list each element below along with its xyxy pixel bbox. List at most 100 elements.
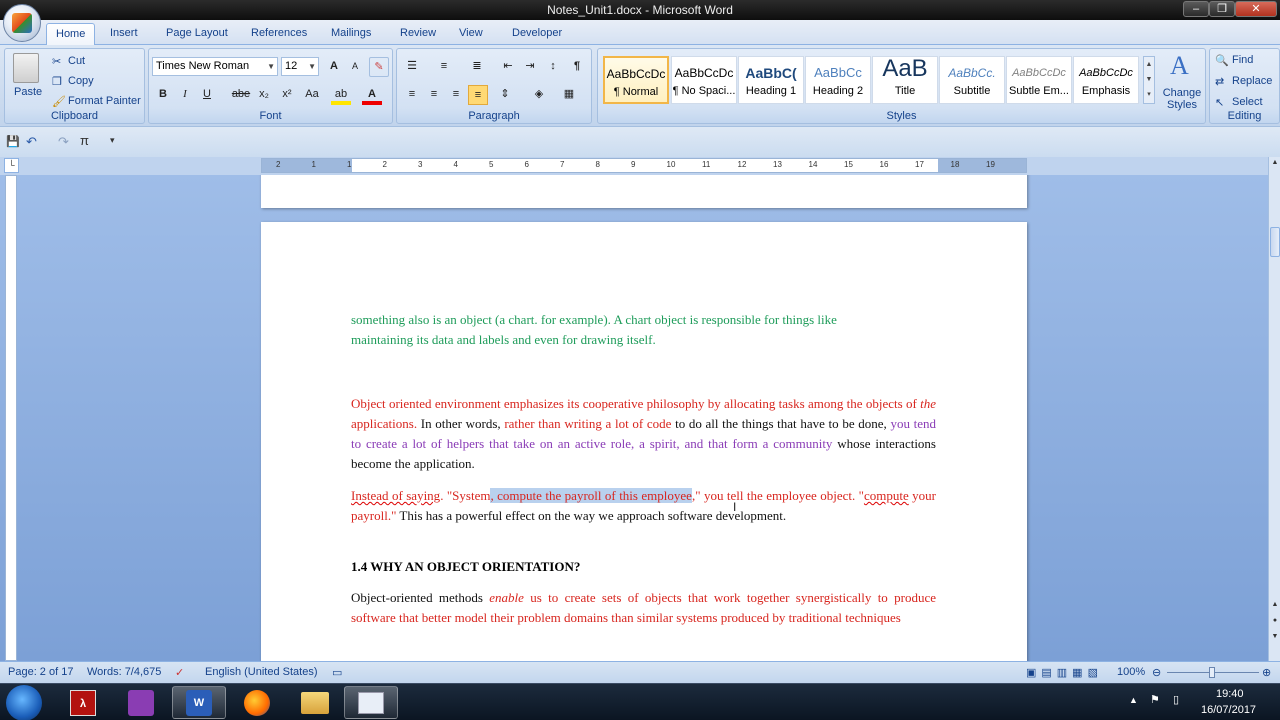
tab-mailings[interactable]: Mailings <box>322 23 380 45</box>
find-button[interactable]: Find <box>1232 54 1253 66</box>
office-button[interactable] <box>3 4 41 42</box>
format-painter-button[interactable]: Format Painter <box>68 95 141 107</box>
tab-insert[interactable]: Insert <box>101 23 147 45</box>
tab-developer[interactable]: Developer <box>503 23 571 45</box>
horizontal-ruler[interactable]: 2 1 1 2 3 4 5 6 7 8 9 10 11 12 13 14 15 16 17 18 19 <box>261 158 1027 173</box>
justify-icon[interactable]: ≡ <box>468 85 488 105</box>
align-left-icon[interactable]: ≡ <box>402 85 422 105</box>
select-icon[interactable]: ↖ <box>1215 96 1224 109</box>
page-count[interactable]: Page: 2 of 17 <box>8 666 73 678</box>
style-no-spacing[interactable]: AaBbCcDc ¶ No Spaci... <box>671 56 737 104</box>
copy-button[interactable]: Copy <box>68 75 94 87</box>
align-center-icon[interactable]: ≡ <box>424 85 444 105</box>
paragraph-4[interactable]: Object-oriented methods enable us to cre… <box>351 588 936 628</box>
close-button[interactable]: ✕ <box>1235 1 1277 17</box>
grow-font-button[interactable]: A <box>324 57 344 77</box>
font-name-combo[interactable]: Times New Roman ▼ <box>152 57 278 76</box>
word-taskbar-button[interactable]: W <box>172 686 226 719</box>
bullets-icon[interactable]: ☰ <box>402 57 422 77</box>
format-painter-icon[interactable]: 🖌 <box>52 95 66 108</box>
view-buttons-icon[interactable]: ▣▤▥▦▧ <box>1026 666 1103 679</box>
style-normal[interactable]: AaBbCcDc ¶ Normal <box>603 56 669 104</box>
change-styles-button[interactable]: Change Styles <box>1161 87 1203 111</box>
page-2[interactable]: something also is an object (a chart. fo… <box>261 222 1027 661</box>
undo-icon[interactable]: ↶ <box>26 134 37 150</box>
clock-date[interactable]: 16/07/2017 <box>1201 704 1256 716</box>
tab-page-layout[interactable]: Page Layout <box>157 23 237 45</box>
onenote-taskbar-button[interactable] <box>114 686 168 719</box>
superscript-button[interactable]: x² <box>277 85 297 105</box>
language-status[interactable]: English (United States) <box>205 666 318 678</box>
tab-references[interactable]: References <box>242 23 316 45</box>
font-size-combo[interactable]: 12 ▼ <box>281 57 319 76</box>
zoom-slider-thumb[interactable] <box>1209 667 1215 678</box>
cut-icon[interactable]: ✂ <box>52 55 61 68</box>
customize-qat-icon[interactable]: ▾ <box>110 135 115 146</box>
vertical-scrollbar[interactable]: ▲ ▲ ● ▼ <box>1268 157 1280 661</box>
redo-icon[interactable]: ↷ <box>58 134 69 150</box>
strikethrough-button[interactable]: abe <box>229 85 253 105</box>
word-count[interactable]: Words: 7/4,675 <box>87 666 161 678</box>
tab-review[interactable]: Review <box>391 23 445 45</box>
paragraph-3[interactable]: Instead of saying. "System, compute the … <box>351 486 936 526</box>
style-subtitle[interactable]: AaBbCc. Subtitle <box>939 56 1005 104</box>
sort-icon[interactable]: ↕ <box>543 57 563 77</box>
zoom-out-icon[interactable]: ⊖ <box>1152 666 1161 679</box>
proofing-icon[interactable]: ✓ <box>175 666 184 679</box>
shading-icon[interactable]: ◈ <box>529 85 549 105</box>
zoom-level[interactable]: 100% <box>1117 666 1145 678</box>
shrink-font-button[interactable]: A <box>345 57 365 77</box>
numbering-icon[interactable]: ≡ <box>434 57 454 77</box>
paste-icon[interactable] <box>13 53 39 83</box>
scrollbar-thumb[interactable] <box>1270 227 1280 257</box>
line-spacing-icon[interactable]: ⇕ <box>495 85 515 105</box>
macro-record-icon[interactable]: ▭ <box>332 666 342 679</box>
find-icon[interactable]: 🔍 <box>1215 54 1229 67</box>
tab-view[interactable]: View <box>450 23 492 45</box>
firefox-taskbar-button[interactable] <box>230 686 284 719</box>
highlight-icon[interactable]: ab <box>331 85 351 105</box>
change-styles-icon[interactable]: A <box>1170 51 1189 81</box>
style-title[interactable]: AaB Title <box>872 56 938 104</box>
selected-text[interactable]: , compute the payroll of this employee <box>490 488 692 503</box>
restore-button[interactable]: ❐ <box>1209 1 1235 17</box>
copy-icon[interactable]: ❐ <box>52 75 62 88</box>
paragraph-1[interactable]: something also is an object (a chart. fo… <box>351 310 936 350</box>
styles-scroll[interactable]: ▲ ▼ ▾ <box>1143 56 1155 104</box>
style-heading-2[interactable]: AaBbCc Heading 2 <box>805 56 871 104</box>
subscript-button[interactable]: x₂ <box>254 85 274 105</box>
show-formatting-button[interactable]: ¶ <box>567 57 587 77</box>
font-color-icon[interactable]: A <box>362 85 382 105</box>
decrease-indent-icon[interactable]: ⇤ <box>498 57 518 77</box>
underline-button[interactable]: U <box>197 85 217 105</box>
italic-button[interactable]: I <box>175 85 195 105</box>
vertical-ruler[interactable] <box>5 175 17 661</box>
cut-button[interactable]: Cut <box>68 55 85 67</box>
align-right-icon[interactable]: ≡ <box>446 85 466 105</box>
style-emphasis[interactable]: AaBbCcDc Emphasis <box>1073 56 1139 104</box>
tab-home[interactable]: Home <box>46 23 96 45</box>
borders-icon[interactable]: ▦ <box>559 85 579 105</box>
action-center-flag-icon[interactable]: ⚑ <box>1150 693 1160 706</box>
paste-button[interactable]: Paste <box>14 86 42 98</box>
clock-time[interactable]: 19:40 <box>1216 688 1244 700</box>
multilevel-list-icon[interactable]: ≣ <box>467 57 487 77</box>
replace-icon[interactable]: ⇄ <box>1215 75 1224 88</box>
save-icon[interactable]: 💾 <box>6 135 20 148</box>
paragraph-2[interactable]: Object oriented environment emphasizes i… <box>351 394 936 474</box>
explorer-taskbar-button[interactable] <box>288 686 342 719</box>
change-case-button[interactable]: Aa <box>300 85 324 105</box>
show-hidden-icons[interactable]: ▲ <box>1129 695 1138 705</box>
equation-icon[interactable]: π <box>80 133 89 148</box>
minimize-button[interactable]: – <box>1183 1 1209 17</box>
battery-icon[interactable]: ▯ <box>1173 693 1179 706</box>
scroll-up-icon[interactable]: ▲ <box>1270 159 1280 171</box>
replace-button[interactable]: Replace <box>1232 75 1272 87</box>
style-subtle-emphasis[interactable]: AaBbCcDc Subtle Em... <box>1006 56 1072 104</box>
start-button[interactable] <box>6 685 42 720</box>
tab-selector[interactable]: └ <box>4 158 19 173</box>
increase-indent-icon[interactable]: ⇥ <box>520 57 540 77</box>
app-taskbar-button[interactable] <box>344 686 398 719</box>
acrobat-taskbar-button[interactable]: λ <box>56 686 110 719</box>
clear-formatting-icon[interactable]: ✎ <box>369 57 389 77</box>
